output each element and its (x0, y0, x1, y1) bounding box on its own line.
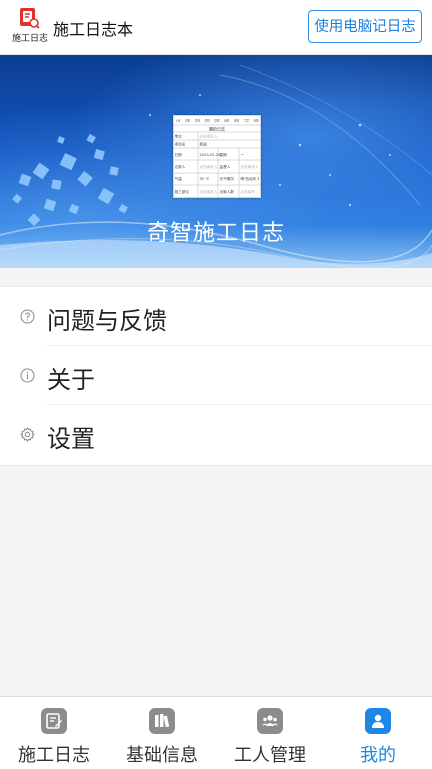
preview-cell: 项目名 (175, 142, 186, 147)
menu-label-about: 关于 (47, 366, 95, 394)
app-logo: 施工日志 (12, 7, 49, 45)
hero-banner: 上班 晨检 晨检 晨检 晨检 夜检 巡视 门禁 天数 晨检日志 单位 点击填写入 项目名 新闻 日期 20… (0, 55, 432, 268)
preview-cell: 单位 (175, 134, 183, 139)
info-circle-icon (20, 368, 35, 383)
tab-label-journal: 施工日志 (18, 745, 90, 766)
preview-header-cell: 晨检 (195, 119, 201, 123)
top-header: 施工日志 施工日志本 使用电脑记日志 (0, 0, 432, 55)
logo-book-icon (20, 8, 40, 29)
gear-icon (20, 427, 35, 442)
tab-label-mine: 我的 (360, 745, 396, 766)
menu-label-settings: 设置 (47, 425, 95, 453)
help-circle-icon (20, 309, 35, 324)
tab-worker-management[interactable]: 工人管理 (216, 697, 324, 769)
preview-header-cell: 晨检 (214, 119, 220, 123)
preview-header-cell: 上班 (175, 119, 181, 123)
app-title: 施工日志本 (53, 20, 134, 39)
tab-mine[interactable]: 我的 (324, 697, 432, 769)
preview-header-cell: 门禁 (244, 119, 250, 123)
tab-basic-info[interactable]: 基础信息 (108, 697, 216, 769)
preview-cell: 点击填写入 (200, 164, 218, 169)
books-icon (149, 708, 175, 734)
preview-cell: 晴 西北风 3 (241, 176, 260, 181)
journal-preview-table: 上班 晨检 晨检 晨检 晨检 夜检 巡视 门禁 天数 晨检日志 单位 点击填写入项目名 新闻日期 20… (173, 115, 261, 198)
use-pc-journal-button[interactable]: 使用电脑记日志 (308, 10, 422, 43)
preview-header-cell: 夜检 (224, 119, 230, 123)
workers-group-icon (257, 708, 283, 734)
settings-menu: 问题与反馈 关于 设置 (0, 286, 432, 466)
menu-label-feedback: 问题与反馈 (47, 307, 167, 335)
logo-text: 施工日志 (12, 34, 49, 44)
preview-header-cell: 晨检 (185, 119, 191, 123)
journal-edit-icon (41, 708, 67, 734)
preview-header-cell: 天数 (254, 119, 260, 123)
tab-label-workers: 工人管理 (234, 745, 306, 766)
banner-title: 奇智施工日志 (146, 221, 285, 246)
preview-header-cell: 晨检 (205, 119, 211, 123)
menu-item-about[interactable]: 关于 (0, 346, 432, 405)
preview-cell: 点击填写入 (200, 134, 218, 139)
preview-cell: 点击填写 (241, 189, 256, 194)
preview-cell: 点击填写入 (200, 189, 218, 194)
journal-preview-card: 上班 晨检 晨检 晨检 晨检 夜检 巡视 门禁 天数 晨检日志 单位 点击填写入 项目名 新闻 日期 20… (173, 115, 261, 198)
preview-cell: 出勤人数 (220, 189, 235, 194)
preview-cell: 新闻 (200, 142, 208, 147)
preview-cell: 监督人 (220, 164, 231, 169)
tab-label-basic-info: 基础信息 (126, 745, 198, 766)
preview-cell: 记录人 (175, 164, 186, 169)
preview-cell: 星期 (220, 152, 228, 157)
preview-cell: 天气情况 (220, 176, 235, 181)
preview-header-cell: 巡视 (234, 119, 240, 123)
preview-cell: 35 ℃ (200, 177, 210, 181)
bottom-tab-bar: 施工日志 基础信息 工人管理 我的 (0, 696, 432, 769)
preview-cell: 点击填写入 (241, 164, 259, 169)
preview-cell: 2023-05-29 (200, 153, 222, 157)
preview-heading: 晨检日志 (209, 126, 225, 132)
tab-construction-journal[interactable]: 施工日志 (0, 697, 108, 769)
preview-cell: 一 (241, 153, 245, 157)
user-profile-icon (365, 708, 391, 734)
menu-item-feedback[interactable]: 问题与反馈 (0, 287, 432, 346)
preview-cell: 日期 (175, 152, 183, 157)
preview-cell: 施工部位 (175, 189, 190, 194)
preview-cell: 气温 (175, 176, 183, 181)
menu-item-settings[interactable]: 设置 (0, 405, 432, 464)
